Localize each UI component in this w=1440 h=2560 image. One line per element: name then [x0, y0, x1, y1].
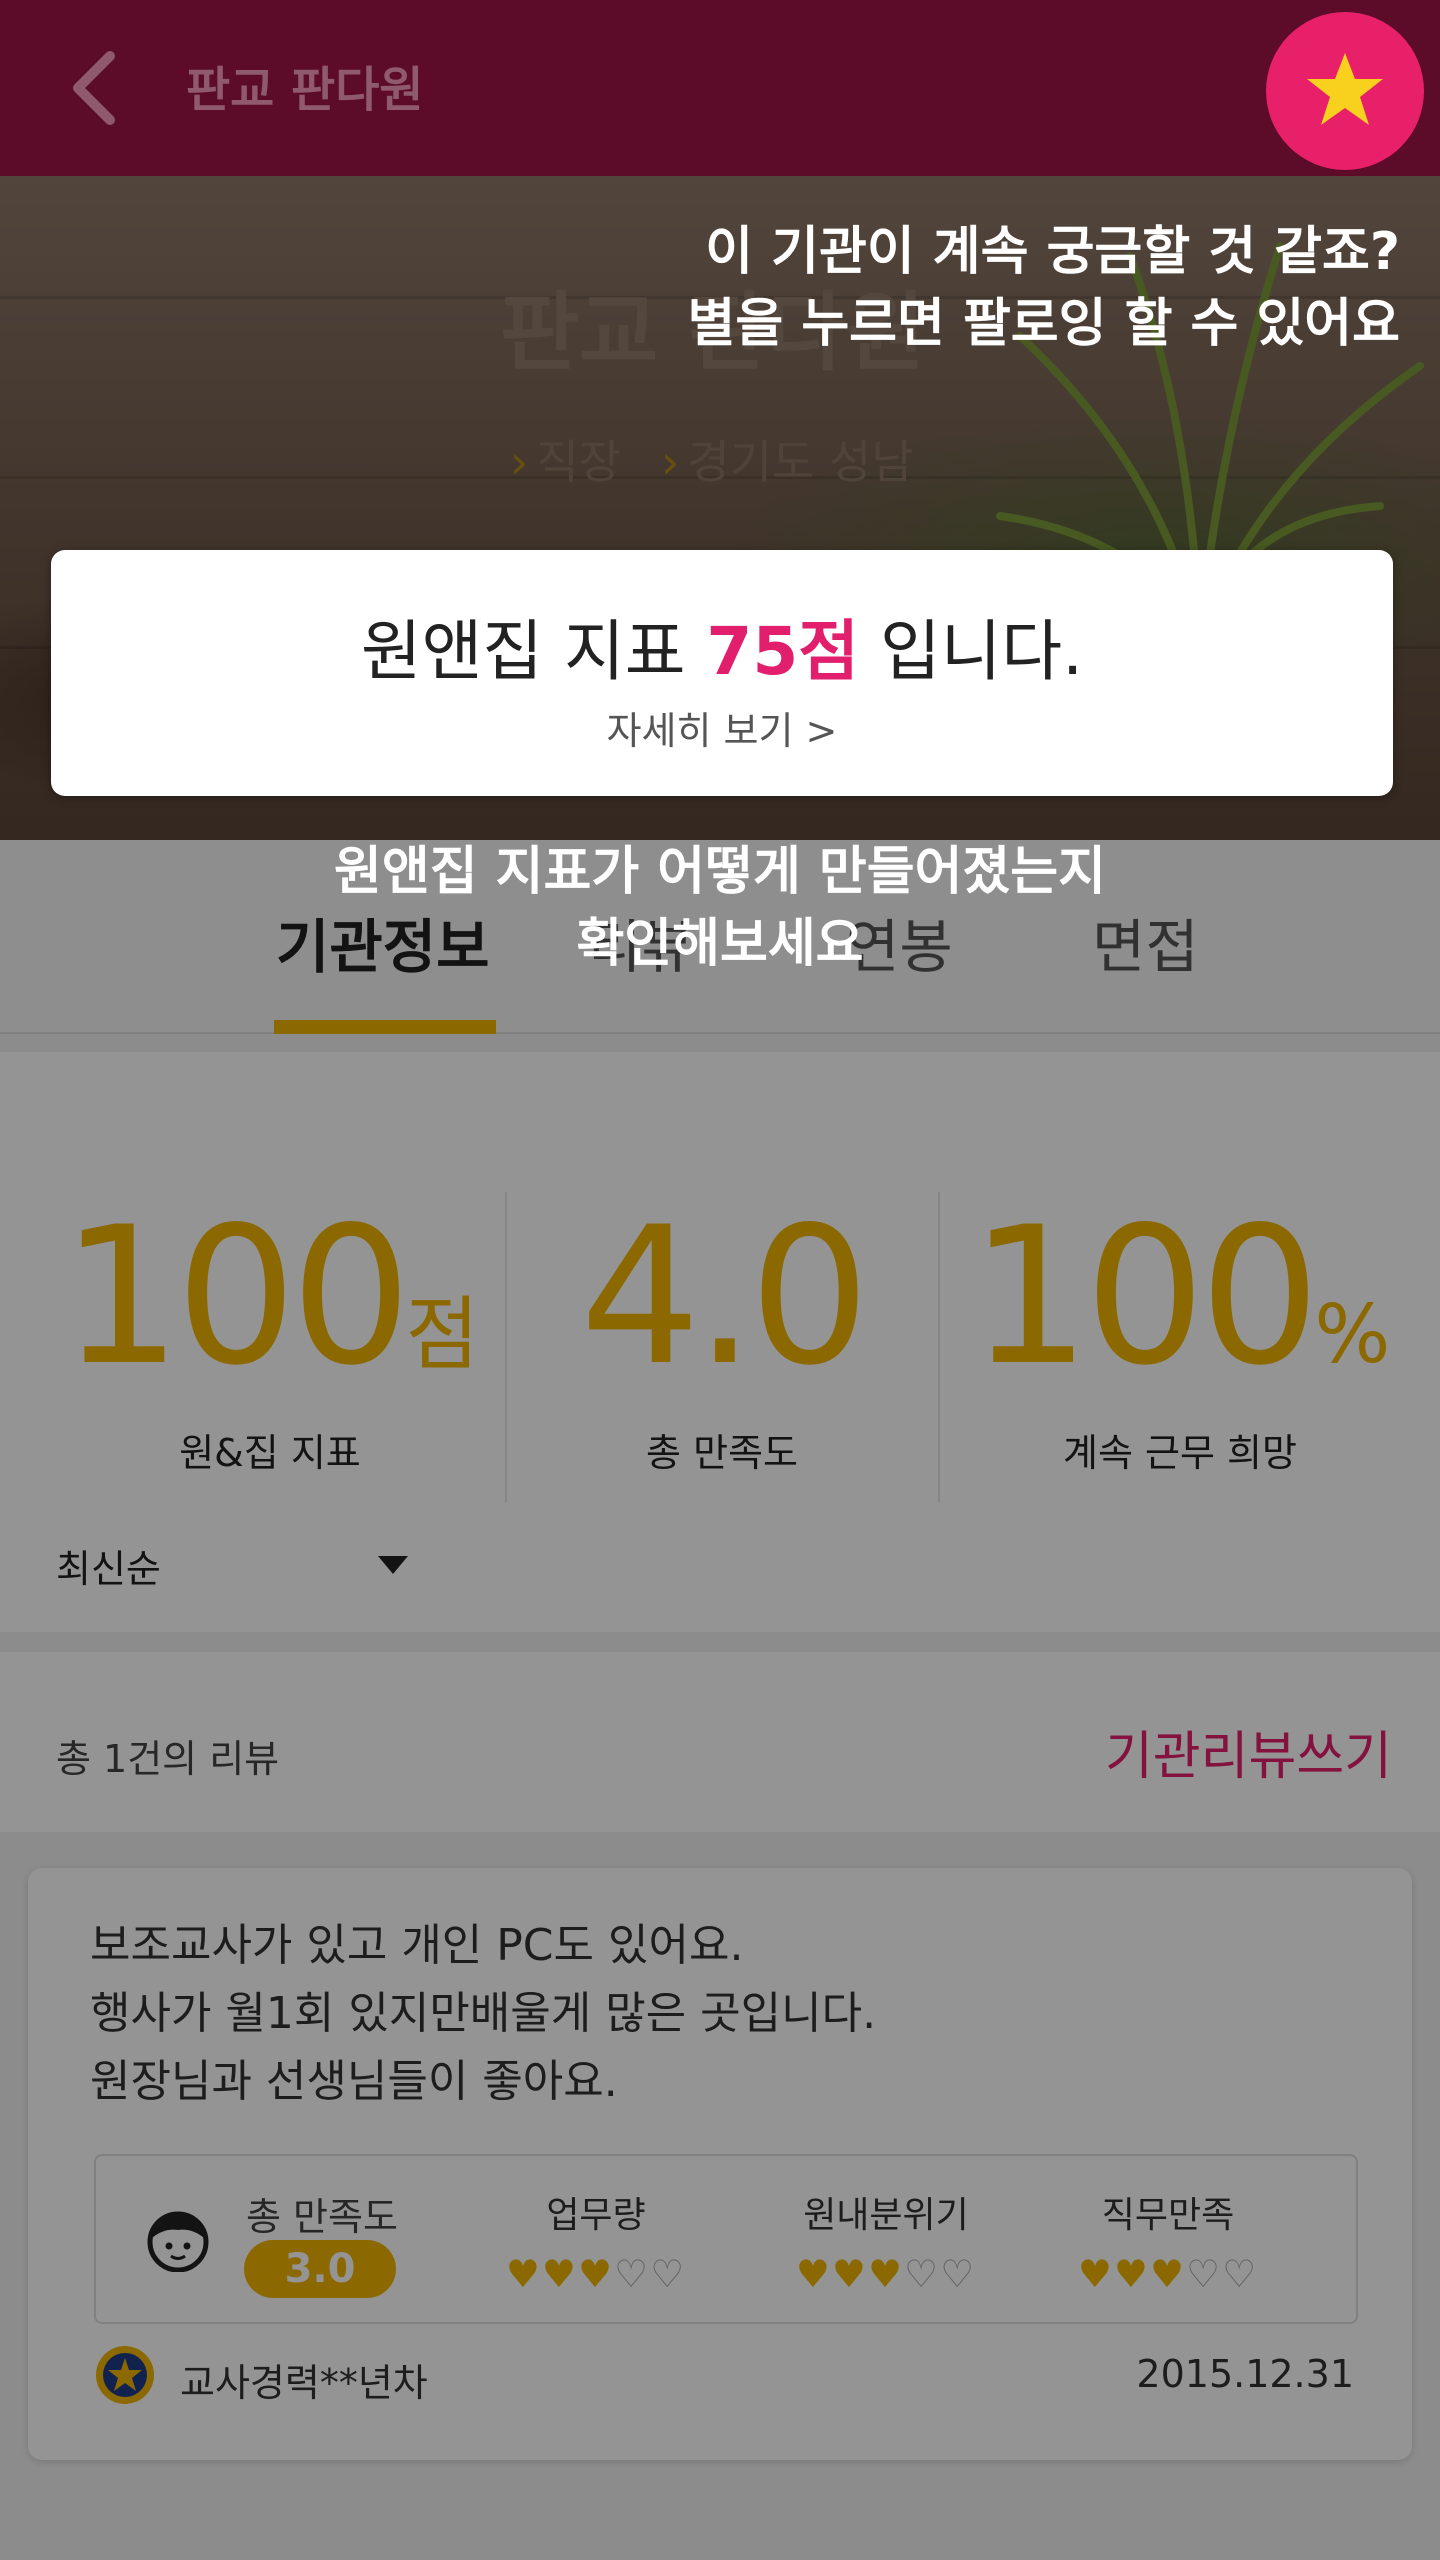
app-bar: 판교 판다원	[0, 0, 1440, 176]
index-score-card[interactable]: 원앤집 지표 75점 입니다. 자세히 보기 >	[51, 550, 1393, 796]
coachmark-text: 확인해보세요	[576, 914, 864, 974]
details-link[interactable]: 자세히 보기 >	[51, 700, 1393, 755]
star-icon	[1307, 53, 1383, 125]
index-score-line: 원앤집 지표 75점 입니다.	[51, 598, 1393, 694]
coachmark-text: 별을 누르면 팔로잉 할 수 있어요	[687, 294, 1400, 354]
index-score-value: 75점	[706, 613, 859, 690]
follow-star-button[interactable]	[1266, 12, 1424, 170]
index-score-prefix: 원앤집 지표	[360, 613, 707, 690]
coachmark-overlay[interactable]	[0, 176, 1440, 2560]
index-score-suffix: 입니다.	[859, 613, 1084, 690]
app-title: 판교 판다원	[186, 62, 424, 118]
back-icon[interactable]	[60, 48, 130, 128]
coachmark-index: 원앤집 지표가 어떻게 만들어졌는지 확인해보세요	[0, 836, 1440, 980]
coachmark-follow: 이 기관이 계속 궁금할 것 같죠? 별을 누르면 팔로잉 할 수 있어요	[688, 216, 1400, 360]
coachmark-text: 이 기관이 계속 궁금할 것 같죠?	[705, 222, 1400, 282]
coachmark-text: 원앤집 지표가 어떻게 만들어졌는지	[334, 842, 1106, 902]
